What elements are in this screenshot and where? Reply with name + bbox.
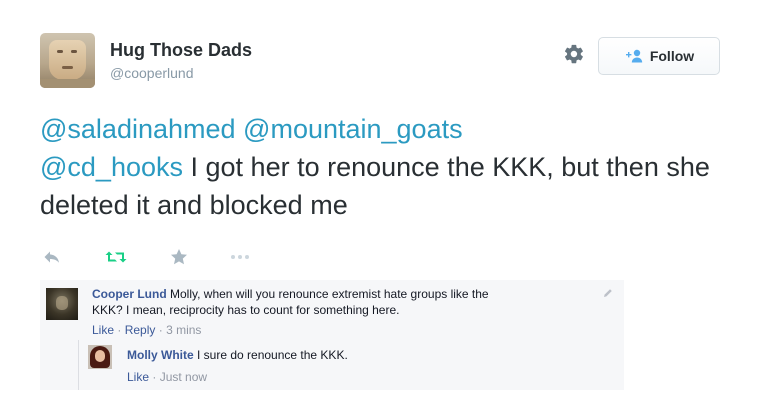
gear-icon[interactable]	[563, 43, 585, 65]
follow-button[interactable]: Follow	[598, 37, 720, 75]
author-avatar[interactable]	[40, 33, 95, 88]
comment-body-line2: KKK? I mean, reciprocity has to count fo…	[92, 303, 400, 317]
comment-time: 3 mins	[166, 323, 202, 337]
retweet-icon	[105, 251, 127, 263]
edit-pencil-icon[interactable]	[603, 288, 613, 298]
embedded-comment-screenshot: Cooper Lund Molly, when will you renounc…	[40, 280, 624, 390]
avatar-mouth	[62, 66, 73, 69]
comment-meta: Like · Reply · 3 mins	[92, 323, 201, 337]
mention-saladinahmed[interactable]: @saladinahmed	[40, 114, 236, 144]
follow-label: Follow	[649, 48, 695, 64]
tweet-card: Hug Those Dads @cooperlund Follow @salad…	[40, 30, 720, 406]
mention-mountain-goats[interactable]: @mountain_goats	[243, 114, 463, 144]
cooper-avatar	[46, 288, 78, 320]
avatar-eye-right	[71, 50, 77, 53]
tweet-actions	[40, 246, 280, 268]
tweet-header: Hug Those Dads @cooperlund Follow	[40, 30, 720, 90]
reply-author[interactable]: Molly White	[127, 348, 194, 362]
reply-icon	[44, 251, 59, 263]
reply-like-link[interactable]: Like	[127, 370, 149, 384]
author-display-name[interactable]: Hug Those Dads	[110, 40, 252, 61]
meta-separator: ·	[152, 370, 157, 384]
follow-person-icon	[625, 49, 643, 63]
author-screen-name[interactable]: @cooperlund	[110, 65, 194, 81]
molly-avatar	[88, 345, 112, 369]
tweet-text: @saladinahmed @mountain_goats @cd_hooks …	[40, 110, 720, 224]
favorite-button[interactable]	[170, 246, 188, 268]
reply-text: Molly White I sure do renounce the KKK.	[127, 347, 587, 363]
comment-body-line1: Molly, when will you renounce extremist …	[170, 287, 489, 301]
comment-text: Cooper Lund Molly, when will you renounc…	[92, 286, 592, 318]
meta-separator: ·	[117, 323, 122, 337]
more-button[interactable]	[230, 246, 250, 268]
comment-reply-link[interactable]: Reply	[125, 323, 156, 337]
avatar-mask-shape	[49, 40, 86, 80]
meta-separator: ·	[158, 323, 163, 337]
more-icon	[231, 255, 249, 259]
favorite-icon	[171, 249, 187, 265]
reply-time: Just now	[159, 370, 208, 384]
comment-author[interactable]: Cooper Lund	[92, 287, 167, 301]
retweet-button[interactable]	[105, 246, 127, 268]
avatar-base	[40, 79, 95, 88]
mention-cd-hooks[interactable]: @cd_hooks	[40, 152, 183, 182]
reply-thread: Molly White I sure do renounce the KKK. …	[78, 340, 624, 390]
avatar-eye-left	[57, 50, 63, 53]
reply-meta: Like · Just now	[127, 370, 207, 384]
reply-button[interactable]	[43, 246, 61, 268]
comment-like-link[interactable]: Like	[92, 323, 114, 337]
reply-body: I sure do renounce the KKK.	[197, 348, 348, 362]
